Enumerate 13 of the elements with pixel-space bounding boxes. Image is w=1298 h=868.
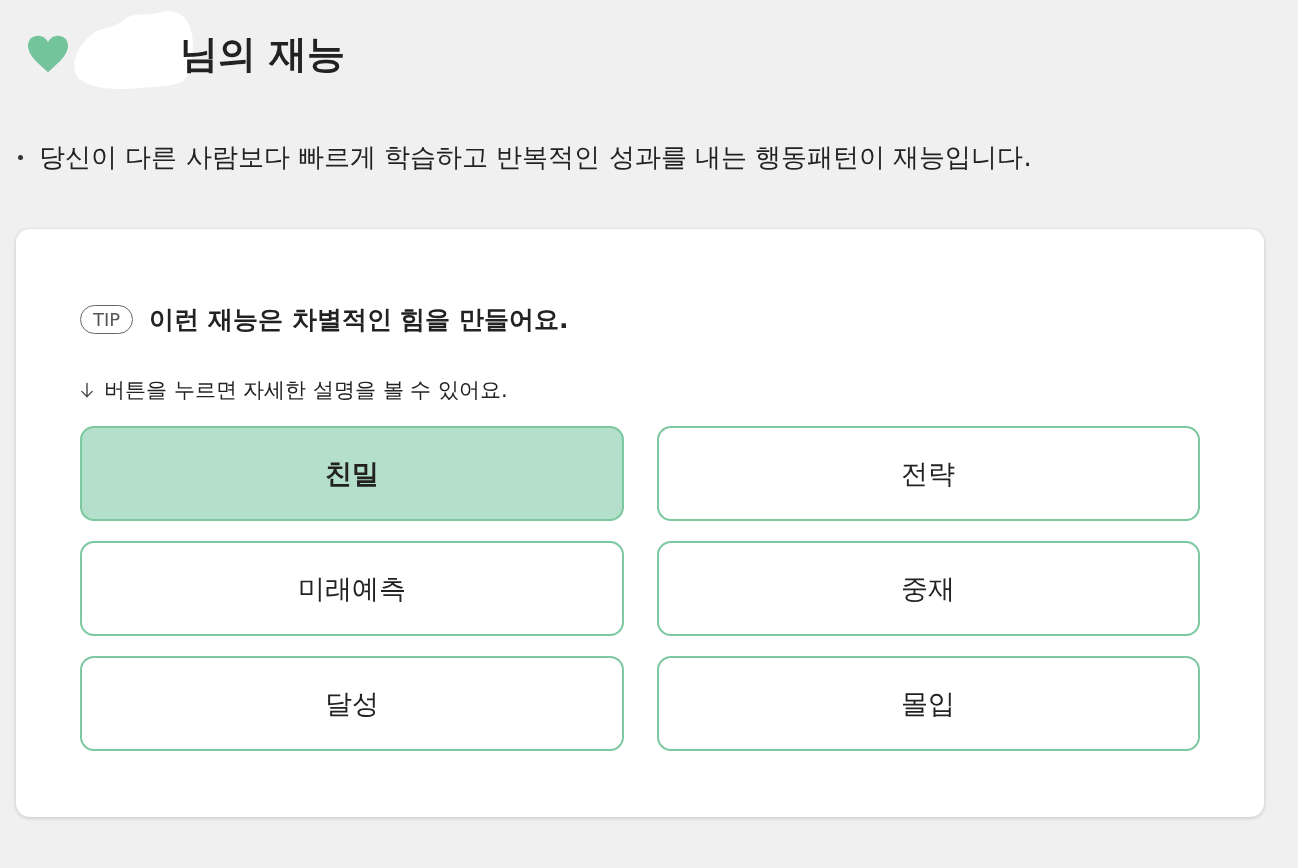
down-arrow-icon bbox=[80, 381, 94, 399]
talent-button[interactable]: 전략 bbox=[656, 426, 1200, 521]
talent-button[interactable]: 중재 bbox=[656, 541, 1200, 636]
bullet-icon bbox=[18, 155, 23, 160]
description-text: 당신이 다른 사람보다 빠르게 학습하고 반복적인 성과를 내는 행동패턴이 재능입니다. bbox=[39, 141, 1032, 174]
talent-button[interactable]: 몰입 bbox=[656, 656, 1200, 751]
talent-button[interactable]: 친밀 bbox=[80, 426, 624, 521]
hint-text: 버튼을 누르면 자세한 설명을 볼 수 있어요. bbox=[104, 377, 508, 404]
heart-icon bbox=[26, 34, 70, 74]
talent-button[interactable]: 미래예측 bbox=[80, 541, 624, 636]
page-title: 님의 재능 bbox=[180, 30, 346, 78]
tip-text: 이런 재능은 차별적인 힘을 만들어요. bbox=[149, 304, 569, 336]
talent-button[interactable]: 달성 bbox=[80, 656, 624, 751]
